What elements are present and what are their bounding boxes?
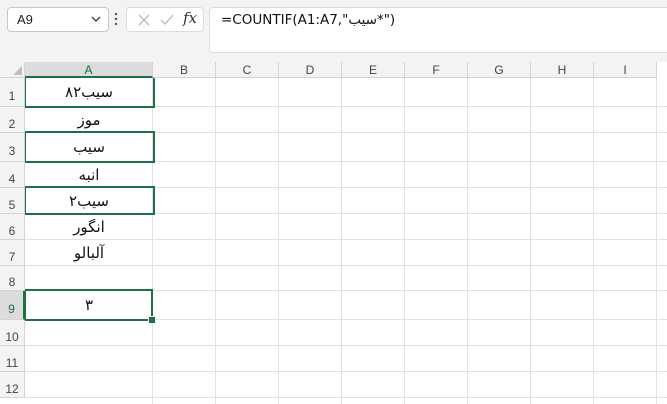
gridline-vertical	[278, 78, 279, 404]
cell-a4[interactable]: انبه	[25, 162, 153, 188]
column-header-b[interactable]: B	[153, 62, 216, 78]
row-header-11[interactable]: 11	[0, 346, 25, 372]
column-header-a[interactable]: A	[25, 62, 153, 78]
insert-function-icon[interactable]: fx	[183, 9, 197, 27]
cell-a7[interactable]: آلبالو	[25, 240, 153, 266]
select-all-triangle	[13, 66, 22, 75]
column-header-c[interactable]: C	[216, 62, 279, 78]
row-header-7[interactable]: 7	[0, 240, 25, 266]
name-box[interactable]: A9	[7, 7, 109, 32]
row-header-10[interactable]: 10	[0, 320, 25, 346]
cell-a3[interactable]: سیب	[25, 133, 153, 162]
formula-text: =COUNTIF(A1:A7,"سیب*")	[221, 12, 396, 28]
more-options-icon[interactable]	[113, 11, 119, 27]
cell-a6[interactable]: انگور	[25, 214, 153, 240]
row-header-8[interactable]: 8	[0, 266, 25, 291]
chevron-down-icon[interactable]	[89, 11, 103, 27]
cell-a5[interactable]: سیب۲	[25, 188, 153, 214]
gridline-vertical	[215, 78, 216, 404]
gridline-vertical	[530, 78, 531, 404]
gridline-vertical	[341, 78, 342, 404]
column-header-e[interactable]: E	[342, 62, 405, 78]
gridline-horizontal	[25, 371, 667, 372]
row-header-1[interactable]: 1	[0, 78, 25, 107]
row-header-6[interactable]: 6	[0, 214, 25, 240]
row-header-4[interactable]: 4	[0, 162, 25, 188]
fill-handle[interactable]	[148, 316, 156, 324]
name-box-value: A9	[17, 12, 33, 27]
row-header-12[interactable]: 12	[0, 372, 25, 398]
cancel-icon[interactable]	[135, 11, 153, 29]
cell-a2[interactable]: موز	[25, 107, 153, 133]
cell-grid[interactable]: سیب۸۲ موز سیب انبه سیب۲ انگور آلبالو ۳	[25, 78, 667, 404]
column-header-g[interactable]: G	[468, 62, 531, 78]
row-header-2[interactable]: 2	[0, 107, 25, 133]
column-header-f[interactable]: F	[405, 62, 468, 78]
gridline-vertical	[656, 78, 657, 404]
gridline-horizontal	[25, 345, 667, 346]
cell-a1[interactable]: سیب۸۲	[25, 78, 153, 107]
formula-bar-area: A9 fx =COUNTIF(A1:A7,"سیب*")	[0, 0, 667, 62]
row-header-5[interactable]: 5	[0, 188, 25, 214]
gridline-vertical	[467, 78, 468, 404]
column-header-i[interactable]: I	[594, 62, 657, 78]
gridline-vertical	[593, 78, 594, 404]
row-header-3[interactable]: 3	[0, 133, 25, 162]
column-header-d[interactable]: D	[279, 62, 342, 78]
formula-buttons: fx	[126, 7, 204, 32]
enter-check-icon[interactable]	[158, 11, 176, 29]
cell-a9[interactable]: ۳	[25, 291, 153, 320]
gridline-horizontal	[25, 397, 667, 398]
formula-input[interactable]: =COUNTIF(A1:A7,"سیب*")	[209, 7, 667, 53]
row-header-9[interactable]: 9	[0, 291, 25, 320]
gridline-vertical	[404, 78, 405, 404]
column-header-h[interactable]: H	[531, 62, 594, 78]
select-all-corner[interactable]	[0, 62, 25, 78]
